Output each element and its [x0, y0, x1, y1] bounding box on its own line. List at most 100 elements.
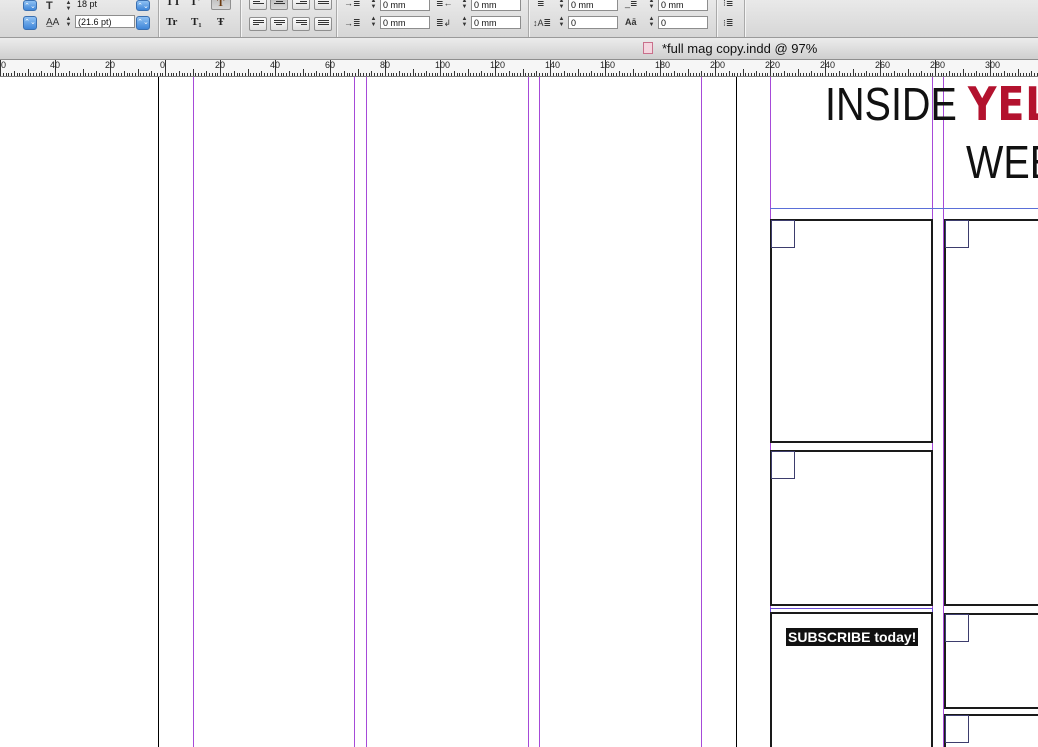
- frame-corner-marker: [771, 220, 795, 248]
- justify-right-icon: [296, 20, 307, 29]
- ruler-label: 100: [435, 60, 451, 70]
- align-left-icon: [253, 0, 264, 8]
- underline-button[interactable]: T: [211, 0, 231, 10]
- first-line-indent-field[interactable]: 0 mm: [380, 16, 430, 29]
- align-justify-button[interactable]: [314, 0, 332, 10]
- frame-corner-marker: [945, 614, 969, 642]
- leading-stepper[interactable]: ▲ ▼: [64, 16, 73, 29]
- ruler-label: 200: [710, 60, 726, 70]
- justify-right-button[interactable]: [292, 17, 310, 31]
- page-heading-line1[interactable]: INSIDE YEL: [825, 77, 1038, 131]
- ruler-label: 0: [160, 60, 166, 70]
- column-guide: [528, 77, 529, 747]
- font-size-stepper[interactable]: ▲ ▼: [64, 0, 73, 13]
- first-line-indent-stepper[interactable]: ▲ ▼: [369, 16, 378, 29]
- justify-left-button[interactable]: [249, 17, 267, 31]
- image-frame[interactable]: [944, 219, 1038, 606]
- ruler-label: 180: [655, 60, 671, 70]
- ruler-label: 60: [325, 60, 336, 70]
- font-size-field[interactable]: 18 pt: [75, 0, 135, 11]
- separator: [744, 0, 745, 37]
- align-right-button[interactable]: [292, 0, 310, 10]
- right-indent-icon: ≣←: [436, 0, 453, 8]
- justify-all-icon: [318, 20, 329, 29]
- align-justify-icon: [318, 0, 329, 8]
- separator: [716, 0, 717, 37]
- justify-center-button[interactable]: [270, 17, 288, 31]
- ruler-label: 20: [215, 60, 226, 70]
- drop-cap-chars-field[interactable]: 0: [658, 16, 708, 29]
- ruler-label: 300: [985, 60, 1001, 70]
- margin-guide: [701, 77, 702, 747]
- document-title: *full mag copy.indd @ 97%: [662, 41, 818, 56]
- horizontal-ruler[interactable]: 0 40 20 0 20 40 60 80 100 120 140 160 18…: [0, 60, 1038, 77]
- frame-corner-marker: [945, 220, 969, 248]
- space-after-stepper[interactable]: ▲ ▼: [647, 0, 656, 11]
- page-heading-line2[interactable]: WEE: [966, 135, 1038, 189]
- control-panel: ⌃⌄ ⌃⌄ T ▲ ▼ 18 pt ⌃⌄ A̲A ▲ ▼ (21.6 pt) ⌃⌄ …: [0, 0, 1038, 38]
- superscript-button[interactable]: T': [190, 0, 200, 8]
- document-canvas[interactable]: INSIDE YEL WEE SUBSCRIBE today!: [0, 77, 1038, 747]
- justify-center-icon: [274, 20, 285, 29]
- ruler-label: 0: [1, 60, 7, 70]
- font-size-dropdown[interactable]: ⌃⌄: [136, 0, 150, 11]
- space-before-stepper[interactable]: ▲ ▼: [557, 0, 566, 11]
- heading-inside: INSIDE: [825, 78, 968, 130]
- font-size-icon: T: [46, 0, 53, 12]
- drop-cap-lines-field[interactable]: 0: [568, 16, 618, 29]
- small-caps-button[interactable]: Tr: [166, 16, 177, 28]
- column-guide: [539, 77, 540, 747]
- ruler-label: 280: [930, 60, 946, 70]
- subscript-button[interactable]: T₁: [191, 16, 202, 28]
- page-edge-left: [158, 77, 159, 747]
- justify-all-button[interactable]: [314, 17, 332, 31]
- ruler-label: 20: [105, 60, 116, 70]
- drop-cap-chars-icon: Aā: [625, 17, 637, 27]
- margin-guide: [193, 77, 194, 747]
- drop-cap-lines-icon: ↕A≣: [533, 18, 552, 28]
- column-guide: [366, 77, 367, 747]
- font-style-dropdown[interactable]: ⌃⌄: [23, 0, 37, 11]
- space-before-field[interactable]: 0 mm: [568, 0, 618, 11]
- align-left-button[interactable]: [249, 0, 267, 10]
- leading-field[interactable]: (21.6 pt): [75, 15, 135, 28]
- left-indent-field[interactable]: 0 mm: [380, 0, 430, 11]
- left-indent-icon: →≣: [344, 0, 361, 8]
- right-indent-field[interactable]: 0 mm: [471, 0, 521, 11]
- last-line-indent-icon: ≣↲: [436, 18, 452, 28]
- align-center-button[interactable]: [270, 0, 288, 10]
- drop-cap-lines-stepper[interactable]: ▲ ▼: [557, 16, 566, 29]
- subscribe-text[interactable]: SUBSCRIBE today!: [786, 628, 919, 646]
- font-family-dropdown[interactable]: ⌃⌄: [23, 16, 37, 30]
- leading-dropdown[interactable]: ⌃⌄: [136, 16, 150, 30]
- separator: [240, 0, 241, 37]
- first-line-indent-icon: →≣: [344, 18, 361, 28]
- ruler-label: 160: [600, 60, 616, 70]
- align-right-icon: [296, 0, 307, 8]
- last-line-indent-field[interactable]: 0 mm: [471, 16, 521, 29]
- bullets-icon[interactable]: ⁝≣: [723, 0, 733, 9]
- document-title-bar[interactable]: [0, 38, 1038, 60]
- strikethrough-button[interactable]: Ŧ: [217, 16, 224, 28]
- space-after-icon: _≣: [625, 0, 638, 8]
- column-guide: [354, 77, 355, 747]
- separator: [158, 0, 159, 37]
- last-line-indent-stepper[interactable]: ▲ ▼: [460, 16, 469, 29]
- leading-icon: A̲A: [46, 17, 60, 28]
- drop-cap-chars-stepper[interactable]: ▲ ▼: [647, 16, 656, 29]
- ruler-label: 140: [545, 60, 561, 70]
- separator: [336, 0, 337, 37]
- space-before-icon: ≣: [537, 0, 545, 8]
- left-indent-stepper[interactable]: ▲ ▼: [369, 0, 378, 11]
- page-spine: [736, 77, 737, 747]
- separator: [528, 0, 529, 37]
- frame-corner-marker: [945, 715, 969, 743]
- indesign-document-icon: [643, 42, 653, 54]
- ruler-label: 240: [820, 60, 836, 70]
- right-indent-stepper[interactable]: ▲ ▼: [460, 0, 469, 11]
- space-after-field[interactable]: 0 mm: [658, 0, 708, 11]
- all-caps-button[interactable]: TT: [166, 0, 181, 8]
- numbering-icon[interactable]: ⁝≣: [723, 18, 733, 29]
- image-frame[interactable]: [770, 219, 933, 443]
- ruler-label: 260: [875, 60, 891, 70]
